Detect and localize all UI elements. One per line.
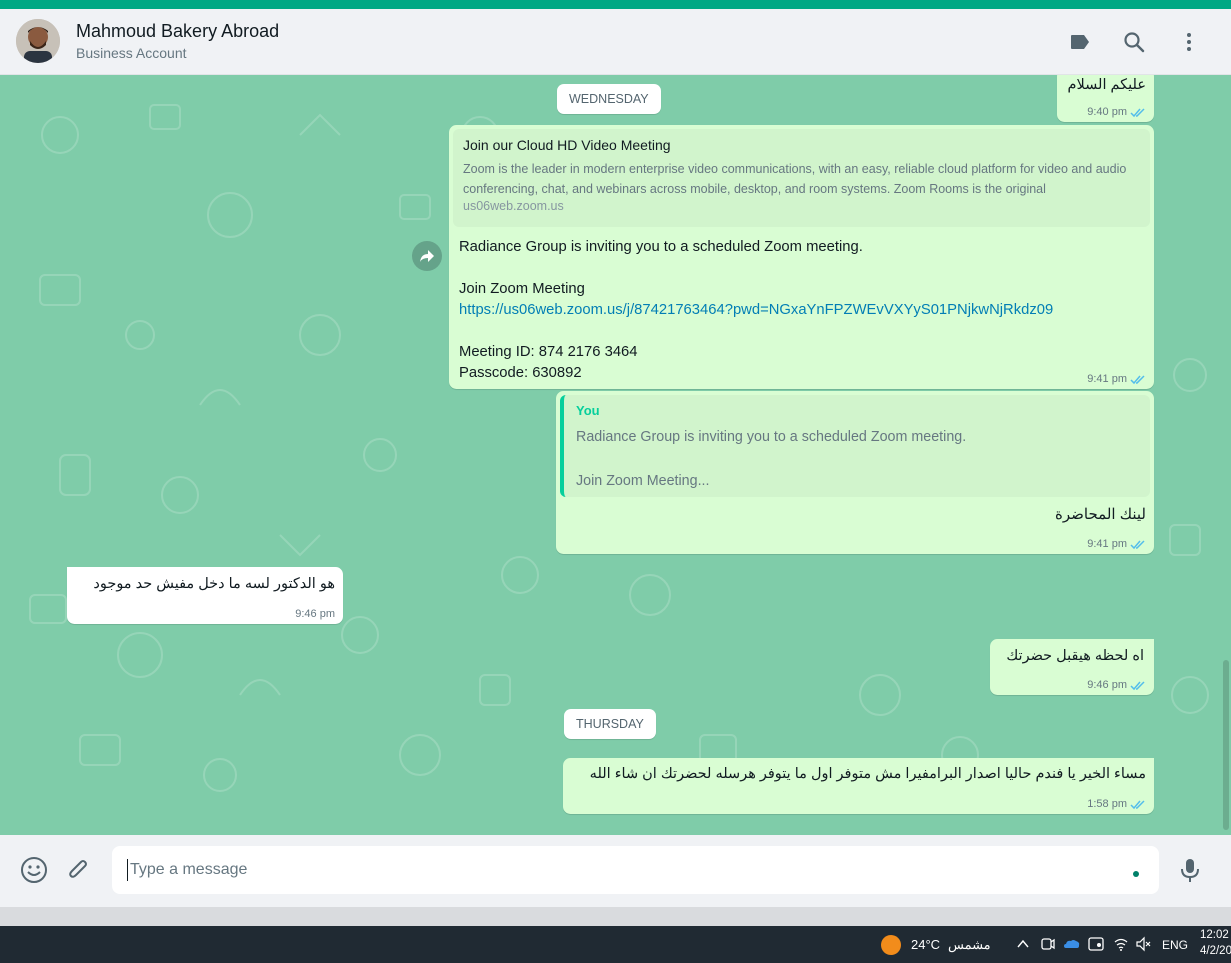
outgoing-message[interactable]: مساء الخير يا فندم حاليا اصدار البرامفير…: [563, 758, 1154, 814]
preview-title: Join our Cloud HD Video Meeting: [463, 137, 671, 153]
meet-now-icon[interactable]: [1040, 936, 1056, 952]
search-icon[interactable]: [1120, 28, 1148, 56]
contact-subtitle: Business Account: [76, 45, 187, 61]
mic-icon: [1181, 859, 1199, 882]
double-check-icon: [1130, 539, 1145, 549]
double-check-icon: [1130, 107, 1145, 117]
message-line: Join Zoom Meeting: [459, 281, 585, 297]
message-time: 1:58 pm: [1087, 798, 1127, 810]
preview-description: Zoom is the leader in modern enterprise …: [463, 162, 1127, 196]
language-indicator[interactable]: ENG: [1162, 938, 1188, 952]
onedrive-icon[interactable]: [1063, 936, 1081, 952]
attach-icon: [69, 860, 87, 878]
temperature: 24°C: [911, 937, 941, 952]
meeting-link[interactable]: https://us06web.zoom.us/j/87421763464?pw…: [459, 300, 1144, 321]
clock-date[interactable]: 4/2/20: [1200, 945, 1231, 957]
outgoing-message[interactable]: Join our Cloud HD Video Meeting Zoom is …: [449, 125, 1154, 389]
date-separator-wednesday: WEDNESDAY: [557, 84, 661, 114]
quote-author: You: [576, 403, 600, 418]
attach-button[interactable]: [64, 855, 94, 885]
double-check-icon: [1130, 374, 1145, 384]
passcode: Passcode: 630892: [459, 365, 582, 381]
outgoing-message[interactable]: اه لحظه هيقبل حضرتك 9:46 pm: [990, 639, 1154, 695]
quote-line: Radiance Group is inviting you to a sche…: [576, 429, 967, 445]
emoji-icon: [21, 857, 47, 883]
message-time: 9:41 pm: [1087, 538, 1127, 550]
label-icon[interactable]: [1066, 28, 1094, 56]
double-check-icon: [1130, 680, 1145, 690]
message-text: هو الدكتور لسه ما دخل مفيش حد موجود: [93, 576, 335, 592]
message-meta: 9:40 pm: [1087, 106, 1146, 118]
voice-message-button[interactable]: [1175, 855, 1205, 885]
emoji-button[interactable]: [19, 855, 49, 885]
outgoing-message[interactable]: عليكم السلام 9:40 pm: [1057, 75, 1154, 122]
preview-domain: us06web.zoom.us: [463, 199, 564, 213]
contact-name: Mahmoud Bakery Abroad: [76, 21, 280, 41]
message-text: مساء الخير يا فندم حاليا اصدار البرامفير…: [589, 766, 1146, 782]
message-time: 9:46 pm: [295, 608, 335, 620]
weather-label: مشمس: [948, 937, 991, 952]
chat-scrollbar[interactable]: [1223, 660, 1229, 830]
message-time: 9:41 pm: [1087, 373, 1127, 385]
meeting-id: Meeting ID: 874 2176 3464: [459, 344, 638, 360]
avatar-photo-icon: [16, 19, 60, 63]
os-taskbar: 24°C مشمس ENG 12:02 4/2/20: [0, 926, 1231, 963]
chat-area[interactable]: WEDNESDAY عليكم السلام 9:40 pm Join our …: [0, 75, 1231, 835]
message-input[interactable]: [112, 846, 1159, 894]
message-meta: 9:41 pm: [1087, 373, 1146, 385]
quoted-message[interactable]: You Radiance Group is inviting you to a …: [560, 395, 1150, 497]
link-preview[interactable]: Join our Cloud HD Video Meeting Zoom is …: [453, 129, 1150, 227]
weather-widget[interactable]: [880, 934, 902, 956]
message-meta: 1:58 pm: [1087, 798, 1146, 810]
chevron-up-icon[interactable]: [1016, 937, 1030, 951]
date-separator-thursday: THURSDAY: [564, 709, 656, 739]
message-time: 9:46 pm: [1087, 679, 1127, 691]
volume-muted-icon[interactable]: [1135, 936, 1151, 952]
network-settings-icon[interactable]: [1088, 936, 1104, 952]
message-text: عليكم السلام: [1067, 77, 1146, 93]
message-line: Radiance Group is inviting you to a sche…: [459, 239, 863, 255]
forward-icon: [420, 250, 434, 262]
compose-bar: [0, 835, 1231, 907]
message-meta: 9:41 pm: [1087, 538, 1146, 550]
wifi-icon[interactable]: [1113, 936, 1129, 952]
message-text: لينك المحاضرة: [1055, 506, 1146, 523]
message-time: 9:40 pm: [1087, 106, 1127, 118]
status-dot: [1133, 871, 1139, 877]
message-meta: 9:46 pm: [1087, 679, 1146, 691]
outgoing-message[interactable]: You Radiance Group is inviting you to a …: [556, 391, 1154, 554]
avatar[interactable]: [16, 19, 60, 63]
top-accent-stripe: [0, 0, 1231, 9]
text-cursor: [127, 859, 128, 881]
window-bottom-border: [0, 907, 1231, 926]
incoming-message[interactable]: هو الدكتور لسه ما دخل مفيش حد موجود 9:46…: [67, 567, 343, 624]
quote-text: Radiance Group is inviting you to a sche…: [576, 426, 1138, 492]
message-text-block: Radiance Group is inviting you to a sche…: [449, 231, 1154, 390]
sun-icon: [881, 935, 901, 955]
quote-line: Join Zoom Meeting...: [576, 473, 710, 489]
message-meta: 9:46 pm: [295, 608, 335, 620]
chat-header[interactable]: Mahmoud Bakery Abroad Business Account: [0, 9, 1231, 75]
more-vertical-icon[interactable]: [1175, 28, 1203, 56]
clock-time[interactable]: 12:02: [1200, 929, 1229, 941]
message-text: اه لحظه هيقبل حضرتك: [1006, 648, 1144, 664]
forward-button[interactable]: [412, 241, 442, 271]
double-check-icon: [1130, 799, 1145, 809]
